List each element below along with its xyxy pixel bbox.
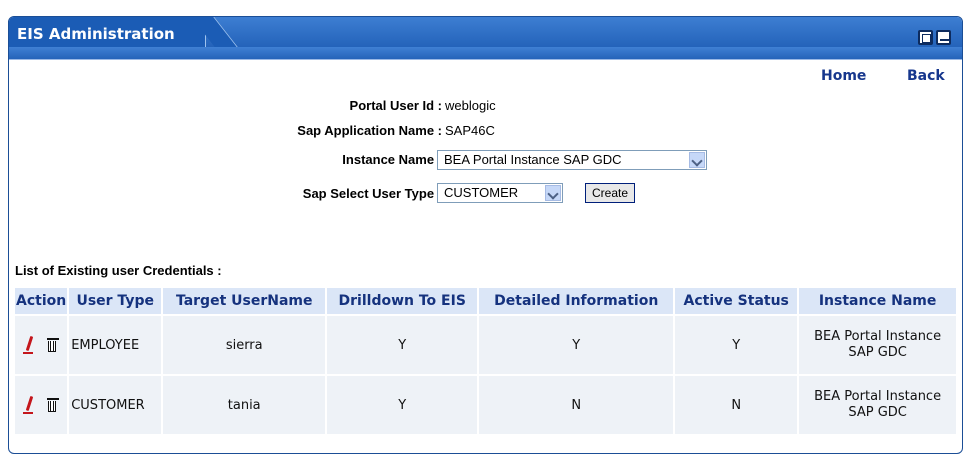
create-button[interactable]: Create: [585, 183, 636, 203]
active-status-cell: Y: [675, 316, 798, 374]
chevron-down-icon[interactable]: [545, 185, 561, 201]
minimize-icon[interactable]: [936, 30, 951, 45]
back-link[interactable]: Back: [907, 68, 945, 84]
title-bar: EIS Administration: [9, 17, 962, 59]
user-type-cell: CUSTOMER: [69, 376, 162, 434]
col-user-type: User Type: [69, 288, 162, 314]
table-row: CUSTOMER tania Y N N BEA Portal Instance…: [15, 376, 956, 434]
portlet-content: Home Back Portal User Id : weblogic Sap …: [9, 59, 962, 453]
table-header-row: Action User Type Target UserName Drilldo…: [15, 288, 956, 314]
col-active-status: Active Status: [675, 288, 798, 314]
target-username-cell: tania: [163, 376, 326, 434]
credentials-table: Action User Type Target UserName Drilldo…: [13, 286, 958, 436]
active-status-cell: N: [675, 376, 798, 434]
eis-admin-portlet: EIS Administration Home Back Portal User…: [8, 16, 963, 454]
drilldown-cell: Y: [327, 316, 478, 374]
portal-user-row: Portal User Id : weblogic: [9, 94, 962, 118]
user-type-cell: EMPLOYEE: [69, 316, 162, 374]
user-type-select-value: CUSTOMER: [444, 185, 519, 200]
maximize-icon[interactable]: [918, 30, 933, 45]
credentials-list-title: List of Existing user Credentials :: [15, 263, 222, 278]
sap-app-label: Sap Application Name :: [297, 123, 442, 138]
table-row: EMPLOYEE sierra Y Y Y BEA Portal Instanc…: [15, 316, 956, 374]
portal-user-label: Portal User Id :: [349, 98, 442, 113]
edit-icon[interactable]: [19, 395, 39, 415]
instance-select[interactable]: BEA Portal Instance SAP GDC: [437, 150, 707, 170]
chevron-down-icon[interactable]: [689, 152, 705, 168]
instance-label: Instance Name :: [342, 152, 442, 167]
sap-app-value: SAP46C: [445, 123, 495, 138]
col-instance-name: Instance Name: [799, 288, 956, 314]
instance-name-cell: BEA Portal Instance SAP GDC: [799, 316, 956, 374]
detailed-info-cell: Y: [479, 316, 674, 374]
col-target-username: Target UserName: [163, 288, 326, 314]
home-link[interactable]: Home: [821, 68, 866, 84]
portal-user-value: weblogic: [445, 98, 496, 113]
edit-icon[interactable]: [19, 335, 39, 355]
action-cell: [15, 316, 68, 374]
detailed-info-cell: N: [479, 376, 674, 434]
user-type-label: Sap Select User Type :: [302, 186, 442, 201]
portlet-title: EIS Administration: [17, 25, 175, 43]
user-type-select[interactable]: CUSTOMER: [437, 183, 563, 203]
action-cell: [15, 376, 68, 434]
col-drilldown: Drilldown To EIS: [327, 288, 478, 314]
delete-icon[interactable]: [43, 335, 63, 355]
delete-icon[interactable]: [43, 395, 63, 415]
drilldown-cell: Y: [327, 376, 478, 434]
target-username-cell: sierra: [163, 316, 326, 374]
col-detailed-info: Detailed Information: [479, 288, 674, 314]
user-type-row: Sap Select User Type : CUSTOMER Create: [9, 182, 962, 206]
instance-row: Instance Name : BEA Portal Instance SAP …: [9, 148, 962, 172]
col-action: Action: [15, 288, 68, 314]
instance-name-cell: BEA Portal Instance SAP GDC: [799, 376, 956, 434]
sap-app-row: Sap Application Name : SAP46C: [9, 119, 962, 143]
instance-select-value: BEA Portal Instance SAP GDC: [444, 152, 622, 167]
